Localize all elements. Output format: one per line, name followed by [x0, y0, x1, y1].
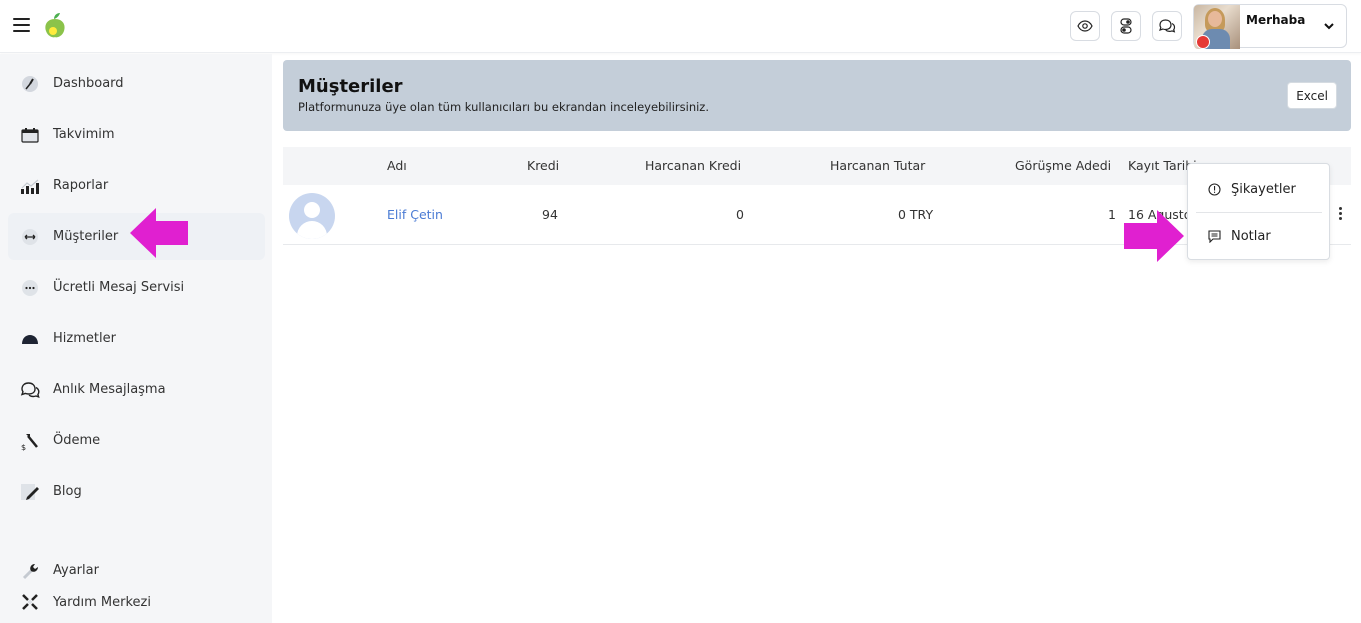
menu-item-label: Şikayetler: [1231, 181, 1296, 197]
eye-icon-button[interactable]: [1070, 11, 1100, 41]
help-icon: [20, 592, 40, 612]
sidebar-item-label: Raporlar: [53, 178, 109, 193]
column-header-spent-amount[interactable]: Harcanan Tutar: [830, 158, 925, 173]
highlight-arrow-right-icon: [1124, 210, 1184, 262]
column-header-spent-credit[interactable]: Harcanan Kredi: [645, 158, 741, 173]
sidebar-item-yardim-merkezi[interactable]: Yardım Merkezi: [8, 585, 265, 619]
sidebar: Dashboard Takvimim Raporlar Müşteriler Ü…: [0, 54, 272, 623]
payment-icon: $: [20, 431, 40, 451]
messages-icon: [20, 380, 40, 400]
sidebar-item-label: Takvimim: [53, 127, 115, 142]
sidebar-item-odeme[interactable]: $ Ödeme: [8, 417, 265, 464]
status-dot: [1196, 35, 1210, 49]
svg-text:$: $: [21, 443, 26, 451]
toggle-icon: [1120, 18, 1132, 34]
user-menu[interactable]: Merhaba: [1193, 4, 1347, 49]
credit-value: 94: [542, 207, 558, 222]
sidebar-item-label: Yardım Merkezi: [53, 594, 151, 610]
spent-amount-value: 0 TRY: [898, 207, 934, 222]
sidebar-item-label: Ayarlar: [53, 563, 99, 578]
customer-name-link[interactable]: Elif Çetin: [387, 207, 443, 222]
column-header-credit[interactable]: Kredi: [527, 158, 559, 173]
bar-chart-icon: [20, 176, 40, 196]
column-header-name[interactable]: Adı: [387, 158, 407, 173]
menu-item-sikayetler[interactable]: Şikayetler: [1188, 167, 1329, 211]
row-actions-kebab-icon[interactable]: [1337, 207, 1343, 221]
user-avatar-icon: [289, 193, 335, 239]
user-greeting: Merhaba: [1246, 13, 1306, 27]
sidebar-item-dashboard[interactable]: Dashboard: [8, 60, 265, 107]
dashboard-icon: [20, 74, 40, 94]
top-bar: Merhaba: [0, 0, 1361, 53]
sidebar-item-ucretli-mesaj[interactable]: Ücretli Mesaj Servisi: [8, 264, 265, 311]
page-title: Müşteriler: [298, 76, 403, 97]
wrench-icon: [20, 561, 40, 581]
sidebar-item-label: Anlık Mesajlaşma: [53, 382, 166, 397]
menu-divider: [1196, 212, 1322, 213]
sidebar-item-anlik-mesajlasma[interactable]: Anlık Mesajlaşma: [8, 366, 265, 413]
chat-bubbles-icon: [1159, 19, 1176, 33]
eye-icon: [1077, 20, 1093, 32]
row-actions-dropdown: Şikayetler Notlar: [1187, 163, 1330, 260]
sidebar-item-label: Dashboard: [53, 76, 124, 91]
excel-export-button[interactable]: Excel: [1287, 82, 1337, 109]
app-logo[interactable]: [42, 11, 68, 39]
sidebar-item-label: Hizmetler: [53, 331, 116, 346]
chat-dots-icon: [20, 278, 40, 298]
note-icon: [1208, 229, 1221, 243]
sidebar-item-label: Blog: [53, 484, 82, 499]
sidebar-item-blog[interactable]: Blog: [8, 468, 265, 515]
highlight-arrow-left-icon: [130, 208, 188, 258]
sidebar-item-label: Müşteriler: [53, 229, 119, 244]
customers-icon: [20, 227, 40, 247]
alert-circle-icon: [1208, 182, 1221, 196]
sidebar-item-takvimim[interactable]: Takvimim: [8, 111, 265, 158]
meetings-value: 1: [1108, 207, 1116, 222]
sidebar-item-label: Ücretli Mesaj Servisi: [53, 280, 185, 295]
messages-icon-button[interactable]: [1152, 11, 1182, 41]
page-header-card: Müşteriler Platformunuza üye olan tüm ku…: [283, 60, 1351, 131]
menu-item-notlar[interactable]: Notlar: [1188, 214, 1329, 258]
page-subtitle: Platformunuza üye olan tüm kullanıcıları…: [298, 100, 710, 114]
avatar: [1194, 5, 1240, 49]
menu-item-label: Notlar: [1231, 228, 1271, 244]
sidebar-item-raporlar[interactable]: Raporlar: [8, 162, 265, 209]
sidebar-item-label: Ödeme: [53, 433, 101, 448]
service-icon: [20, 329, 40, 349]
calendar-icon: [20, 125, 40, 145]
toggle-icon-button[interactable]: [1111, 11, 1141, 41]
chevron-down-icon: [1324, 23, 1334, 30]
blog-icon: [20, 482, 40, 502]
hamburger-menu-icon[interactable]: [13, 18, 30, 32]
sidebar-item-hizmetler[interactable]: Hizmetler: [8, 315, 265, 362]
spent-credit-value: 0: [736, 207, 744, 222]
column-header-meetings[interactable]: Görüşme Adedi: [1015, 158, 1111, 173]
